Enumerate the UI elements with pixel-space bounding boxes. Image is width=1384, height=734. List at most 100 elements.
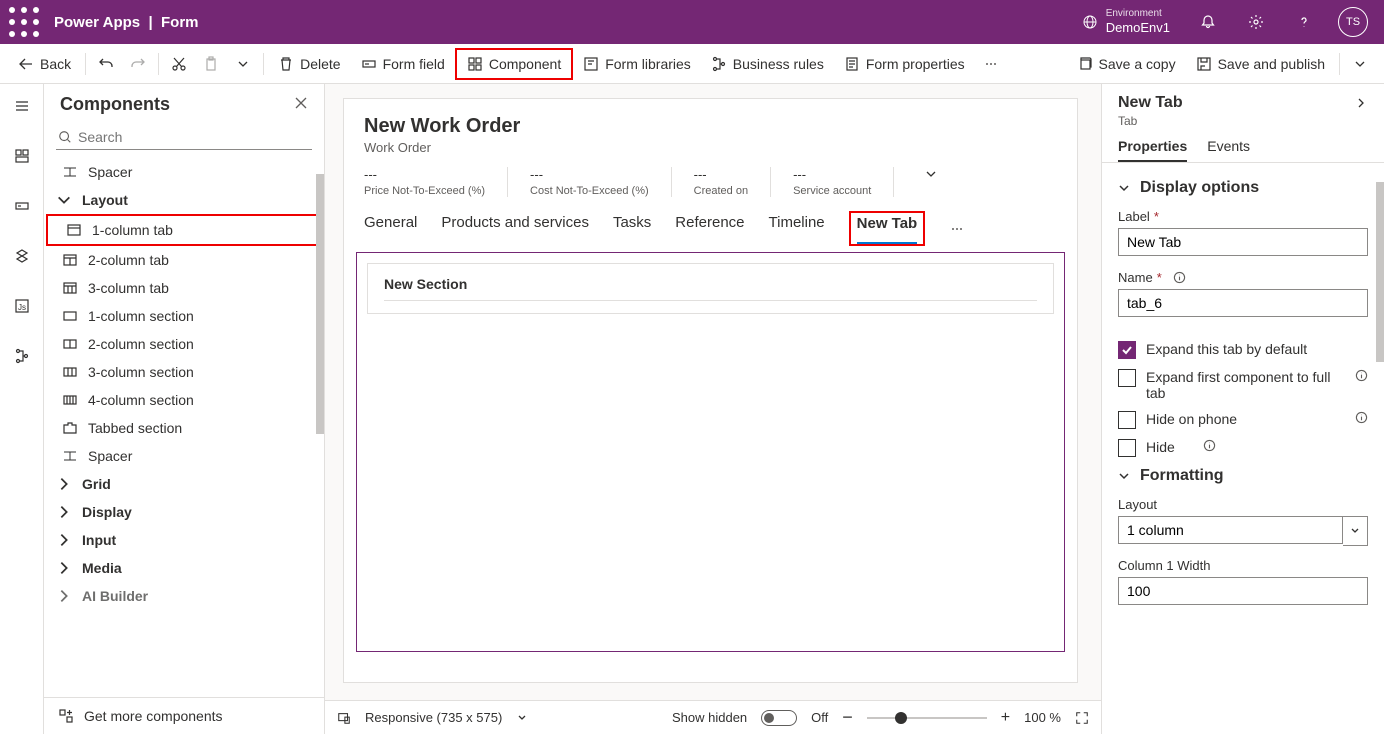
group-grid[interactable]: Grid [44, 470, 324, 498]
back-button[interactable]: Back [8, 50, 81, 78]
label-field-label: Label * [1118, 209, 1368, 224]
name-field-label: Name * [1118, 270, 1368, 285]
group-media[interactable]: Media [44, 554, 324, 582]
kpi-service: ---Service account [793, 167, 894, 197]
chevron-right-icon[interactable] [1354, 96, 1368, 110]
col1w-label: Column 1 Width [1118, 558, 1368, 573]
fit-icon[interactable] [1075, 711, 1089, 725]
tab-content-area[interactable]: New Section [356, 252, 1065, 652]
tree-rail-icon[interactable] [6, 240, 38, 272]
tab-general[interactable]: General [364, 214, 417, 243]
item-4-column-section[interactable]: 4-column section [44, 386, 324, 414]
sidebar-title: Components [60, 94, 294, 115]
new-section[interactable]: New Section [367, 263, 1054, 314]
tab-new[interactable]: New Tab [857, 215, 918, 244]
name-input[interactable] [1118, 289, 1368, 317]
hide-checkbox[interactable] [1118, 439, 1136, 457]
item-2-column-tab[interactable]: 2-column tab [44, 246, 324, 274]
rp-subtitle: Tab [1102, 114, 1384, 134]
form-libraries-button[interactable]: Form libraries [573, 50, 701, 78]
hide-label: Hide [1146, 439, 1175, 455]
group-ai-builder[interactable]: AI Builder [44, 582, 324, 610]
form-field-button[interactable]: Form field [351, 50, 455, 78]
waffle-icon[interactable] [8, 0, 40, 44]
item-2-column-section[interactable]: 2-column section [44, 330, 324, 358]
label-input[interactable] [1118, 228, 1368, 256]
zoom-value: 100 % [1024, 710, 1061, 725]
components-rail-icon[interactable] [6, 140, 38, 172]
chevron-down-icon[interactable] [516, 712, 528, 724]
hide-phone-checkbox[interactable] [1118, 411, 1136, 429]
toggle-off-label: Off [811, 710, 828, 725]
business-rules-button[interactable]: Business rules [701, 50, 834, 78]
group-formatting[interactable]: Formatting [1118, 467, 1368, 485]
app-title: Power Apps | Form [54, 14, 199, 31]
delete-button[interactable]: Delete [268, 50, 350, 78]
rules-rail-icon[interactable] [6, 340, 38, 372]
kpi-price: ---Price Not-To-Exceed (%) [364, 167, 508, 197]
hide-phone-label: Hide on phone [1146, 411, 1345, 427]
show-hidden-toggle[interactable] [761, 710, 797, 726]
kpi-cost: ---Cost Not-To-Exceed (%) [530, 167, 672, 197]
responsive-label[interactable]: Responsive (735 x 575) [365, 710, 502, 725]
group-layout[interactable]: Layout [44, 186, 324, 214]
js-rail-icon[interactable]: Js [6, 290, 38, 322]
entity-name: Work Order [364, 140, 1057, 155]
info-icon[interactable] [1355, 411, 1368, 424]
chevron-down-icon[interactable] [924, 167, 938, 181]
col1w-input[interactable] [1118, 577, 1368, 605]
form-canvas[interactable]: New Work Order Work Order ---Price Not-T… [343, 98, 1078, 683]
search-input[interactable] [56, 125, 312, 150]
settings-icon[interactable] [1234, 0, 1278, 44]
help-icon[interactable] [1282, 0, 1326, 44]
zoom-in[interactable]: + [1001, 709, 1010, 727]
expand-default-checkbox[interactable] [1118, 341, 1136, 359]
notifications-icon[interactable] [1186, 0, 1230, 44]
env-name: DemoEnv1 [1106, 20, 1170, 36]
item-1-column-tab[interactable]: 1-column tab [46, 214, 322, 246]
group-input[interactable]: Input [44, 526, 324, 554]
group-display[interactable]: Display [44, 498, 324, 526]
paste-dropdown[interactable] [227, 50, 259, 78]
tab-tasks[interactable]: Tasks [613, 214, 651, 243]
environment-picker[interactable]: Environment DemoEnv1 [1070, 8, 1182, 36]
component-button[interactable]: Component [455, 48, 573, 80]
cut-button[interactable] [163, 50, 195, 78]
group-display-options[interactable]: Display options [1118, 179, 1368, 197]
hamburger-icon[interactable] [6, 90, 38, 122]
save-copy-button[interactable]: Save a copy [1067, 50, 1186, 78]
item-tabbed-section[interactable]: Tabbed section [44, 414, 324, 442]
layout-select[interactable] [1118, 516, 1343, 544]
tab-reference[interactable]: Reference [675, 214, 744, 243]
info-icon[interactable] [1203, 439, 1216, 452]
tab-timeline[interactable]: Timeline [769, 214, 825, 243]
paste-button [195, 50, 227, 78]
save-dropdown[interactable] [1344, 50, 1376, 78]
user-avatar[interactable]: TS [1338, 7, 1368, 37]
item-spacer[interactable]: Spacer [44, 158, 324, 186]
item-3-column-tab[interactable]: 3-column tab [44, 274, 324, 302]
field-rail-icon[interactable] [6, 190, 38, 222]
form-properties-button[interactable]: Form properties [834, 50, 975, 78]
undo-button[interactable] [90, 50, 122, 78]
responsive-icon[interactable] [337, 711, 351, 725]
more-tabs-icon[interactable] [949, 221, 965, 237]
layout-dropdown-icon[interactable] [1343, 516, 1368, 546]
zoom-slider[interactable] [867, 717, 987, 719]
overflow-button[interactable] [975, 50, 1007, 78]
save-publish-button[interactable]: Save and publish [1186, 50, 1335, 78]
info-icon[interactable] [1355, 369, 1368, 382]
scrollbar[interactable] [1376, 182, 1384, 362]
item-3-column-section[interactable]: 3-column section [44, 358, 324, 386]
rp-tab-events[interactable]: Events [1207, 138, 1250, 162]
zoom-out[interactable]: − [842, 707, 853, 728]
info-icon[interactable] [1173, 271, 1186, 284]
close-icon[interactable] [294, 96, 308, 113]
rp-tab-properties[interactable]: Properties [1118, 138, 1187, 162]
get-more-components[interactable]: Get more components [44, 697, 324, 734]
tab-products[interactable]: Products and services [441, 214, 589, 243]
scrollbar[interactable] [316, 174, 324, 434]
item-spacer2[interactable]: Spacer [44, 442, 324, 470]
item-1-column-section[interactable]: 1-column section [44, 302, 324, 330]
expand-first-checkbox[interactable] [1118, 369, 1136, 387]
